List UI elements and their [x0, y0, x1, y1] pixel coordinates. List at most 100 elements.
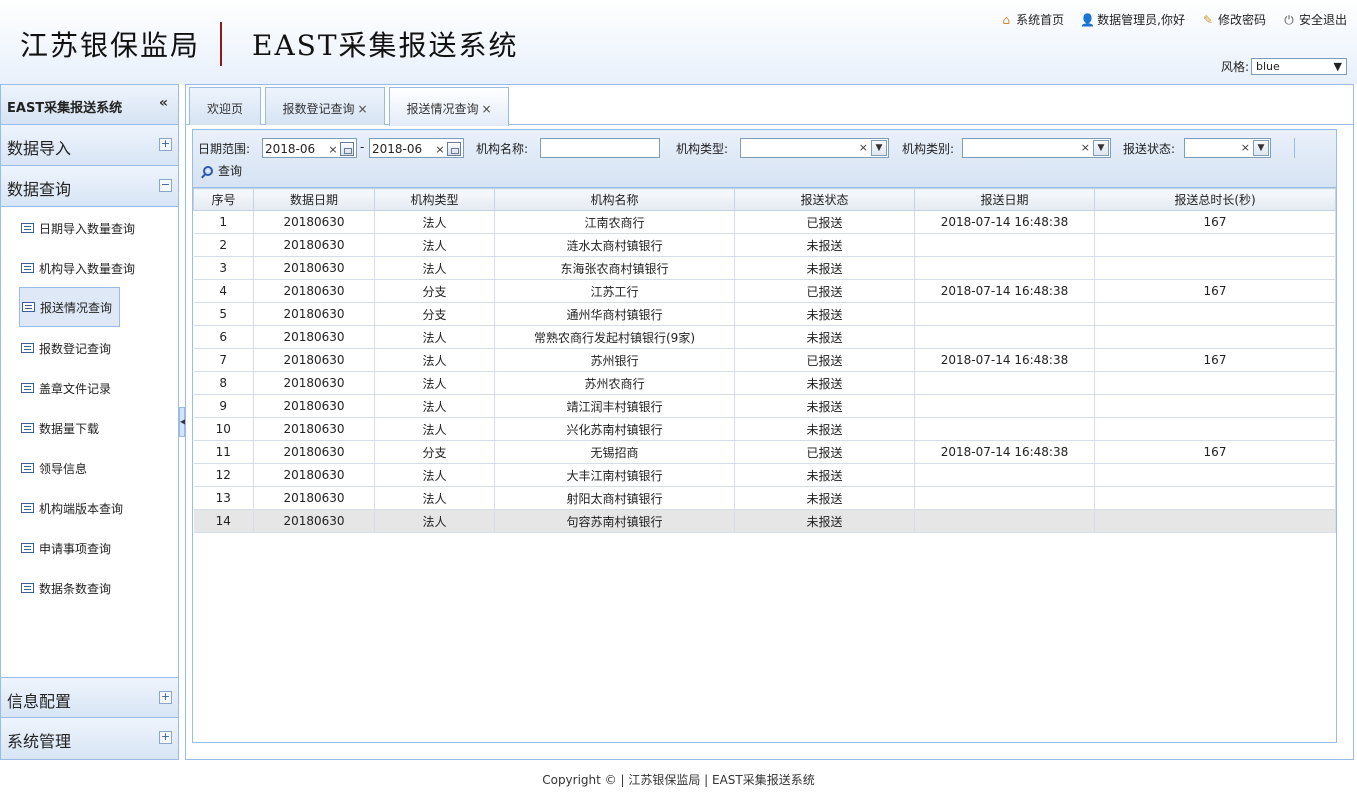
status-select[interactable]: × ▼	[1184, 138, 1271, 158]
table-cell: 6	[193, 325, 254, 349]
clear-icon[interactable]: ×	[326, 143, 340, 156]
table-row[interactable]: 10 20180630 法人 兴化苏南村镇银行 未报送	[193, 417, 1336, 441]
panel-data-query[interactable]: 数据查询 −	[1, 166, 178, 207]
style-select[interactable]: blue ▼	[1251, 58, 1347, 75]
home-link[interactable]: ⌂ 系统首页	[999, 11, 1064, 28]
column-header[interactable]: 报送日期	[914, 188, 1095, 211]
clear-icon[interactable]: ×	[859, 141, 868, 154]
calendar-icon[interactable]	[447, 142, 461, 156]
collapse-sidebar-icon[interactable]: «	[159, 95, 168, 111]
clear-icon[interactable]: ×	[1081, 141, 1090, 154]
change-password-label: 修改密码	[1217, 13, 1266, 27]
sidebar-item-label: 机构导入数量查询	[39, 261, 136, 276]
table-row[interactable]: 13 20180630 法人 射阳太商村镇银行 未报送	[193, 486, 1336, 510]
calendar-icon[interactable]	[340, 142, 354, 156]
close-icon[interactable]: ×	[357, 102, 367, 116]
panel-info-config[interactable]: 信息配置 +	[1, 677, 178, 718]
table-cell: 8	[193, 371, 254, 395]
table-row[interactable]: 8 20180630 法人 苏州农商行 未报送	[193, 371, 1336, 395]
inst-category-select[interactable]: × ▼	[962, 138, 1111, 158]
sidebar-item-label: 盖章文件记录	[39, 381, 112, 396]
style-label: 风格:	[1220, 60, 1249, 74]
column-header[interactable]: 报送状态	[734, 188, 915, 211]
collapse-icon[interactable]: −	[159, 179, 172, 192]
table-cell: 20180630	[253, 279, 375, 303]
table-row[interactable]: 12 20180630 法人 大丰江南村镇银行 未报送	[193, 463, 1336, 487]
panel-data-import[interactable]: 数据导入 +	[1, 125, 178, 166]
table-row[interactable]: 3 20180630 法人 东海张农商村镇银行 未报送	[193, 256, 1336, 280]
table-row-selected[interactable]: 14 20180630 法人 句容苏南村镇银行 未报送	[193, 509, 1336, 533]
expand-icon[interactable]: +	[159, 138, 172, 151]
table-cell	[1094, 233, 1336, 257]
inst-name-input[interactable]	[540, 138, 660, 158]
list-icon	[21, 263, 34, 273]
expand-icon[interactable]: +	[159, 691, 172, 704]
tab-label: 欢迎页	[206, 102, 243, 116]
chevron-down-icon[interactable]: ▼	[1093, 140, 1109, 156]
table-cell: 法人	[374, 371, 495, 395]
list-icon	[21, 383, 34, 393]
logout-link[interactable]: ⏻ 安全退出	[1282, 11, 1347, 28]
toolbar-separator	[1294, 138, 1295, 158]
tab-welcome[interactable]: 欢迎页	[189, 87, 261, 125]
sidebar-item-application-query[interactable]: 申请事项查询	[21, 537, 111, 559]
sidebar-item-report-status[interactable]: 报送情况查询	[19, 287, 120, 327]
sidebar-item-record-count[interactable]: 数据条数查询	[21, 577, 111, 599]
column-header[interactable]: 序号	[193, 188, 254, 211]
list-icon	[21, 423, 34, 433]
list-icon	[22, 302, 35, 312]
table-cell: 法人	[374, 210, 495, 234]
clear-icon[interactable]: ×	[433, 143, 447, 156]
column-header[interactable]: 机构类型	[374, 188, 495, 211]
date-to-field[interactable]: 2018-06 ×	[369, 138, 464, 158]
column-header[interactable]: 机构名称	[494, 188, 735, 211]
table-cell: 句容苏南村镇银行	[494, 509, 735, 533]
table-cell	[914, 302, 1095, 326]
table-cell: 射阳太商村镇银行	[494, 486, 735, 510]
table-cell	[914, 486, 1095, 510]
date-from-field[interactable]: 2018-06 ×	[262, 138, 357, 158]
table-cell	[914, 233, 1095, 257]
sidebar-item-report-registration[interactable]: 报数登记查询	[21, 337, 111, 359]
tab-strip: 欢迎页 报数登记查询 × 报送情况查询 ×	[186, 85, 1353, 126]
chevron-down-icon[interactable]: ▼	[1253, 140, 1269, 156]
date-from-value: 2018-06	[265, 142, 316, 156]
column-header[interactable]: 报送总时长(秒)	[1094, 188, 1336, 211]
table-row[interactable]: 11 20180630 分支 无锡招商 已报送 2018-07-14 16:48:38 16…	[193, 440, 1336, 464]
table-row[interactable]: 9 20180630 法人 靖江润丰村镇银行 未报送	[193, 394, 1336, 418]
table-cell: 法人	[374, 348, 495, 372]
sidebar-item-leader-info[interactable]: 领导信息	[21, 457, 87, 479]
change-password-link[interactable]: ✎ 修改密码	[1201, 11, 1266, 28]
inst-type-select[interactable]: × ▼	[740, 138, 889, 158]
column-header[interactable]: 数据日期	[253, 188, 375, 211]
table-cell: 靖江润丰村镇银行	[494, 394, 735, 418]
page-footer: Copyright © | 江苏银保监局 | EAST采集报送系统	[542, 773, 815, 787]
sidebar-item-seal-records[interactable]: 盖章文件记录	[21, 377, 111, 399]
tab-report-status[interactable]: 报送情况查询 ×	[389, 87, 509, 126]
report-status-table: 序号 数据日期 机构类型 机构名称 报送状态 报送日期 报送总时长(秒) 1 20…	[193, 188, 1336, 533]
table-cell: 1	[193, 210, 254, 234]
table-row[interactable]: 5 20180630 分支 通州华商村镇银行 未报送	[193, 302, 1336, 326]
table-row[interactable]: 1 20180630 法人 江南农商行 已报送 2018-07-14 16:48:38 16…	[193, 210, 1336, 234]
sidebar-item-date-import-count[interactable]: 日期导入数量查询	[21, 217, 135, 239]
sidebar-item-client-version[interactable]: 机构端版本查询	[21, 497, 123, 519]
table-cell	[914, 325, 1095, 349]
tab-report-registration[interactable]: 报数登记查询 ×	[265, 87, 385, 125]
close-icon[interactable]: ×	[481, 102, 491, 116]
table-row[interactable]: 7 20180630 法人 苏州银行 已报送 2018-07-14 16:48:38 167	[193, 348, 1336, 372]
sidebar-item-data-download[interactable]: 数据量下载	[21, 417, 99, 439]
date-range-separator: -	[360, 140, 365, 154]
expand-icon[interactable]: +	[159, 731, 172, 744]
user-greeting[interactable]: 👤 数据管理员,你好	[1080, 11, 1185, 28]
sidebar-item-inst-import-count[interactable]: 机构导入数量查询	[21, 257, 135, 279]
table-row[interactable]: 2 20180630 法人 涟水太商村镇银行 未报送	[193, 233, 1336, 257]
chevron-down-icon[interactable]: ▼	[871, 140, 887, 156]
clear-icon[interactable]: ×	[1241, 141, 1250, 154]
query-button[interactable]: 查询	[203, 162, 242, 179]
style-selector: 风格: blue ▼	[1221, 58, 1347, 75]
table-row[interactable]: 4 20180630 分支 江苏工行 已报送 2018-07-14 16:48:38 167	[193, 279, 1336, 303]
report-status-panel: 日期范围: 2018-06 × - 2018-06 × 机构名称: 机构类型: …	[192, 129, 1337, 743]
table-cell: 11	[193, 440, 254, 464]
panel-system-admin[interactable]: 系统管理 +	[1, 718, 178, 759]
table-row[interactable]: 6 20180630 法人 常熟农商行发起村镇银行(9家) 未报送	[193, 325, 1336, 349]
